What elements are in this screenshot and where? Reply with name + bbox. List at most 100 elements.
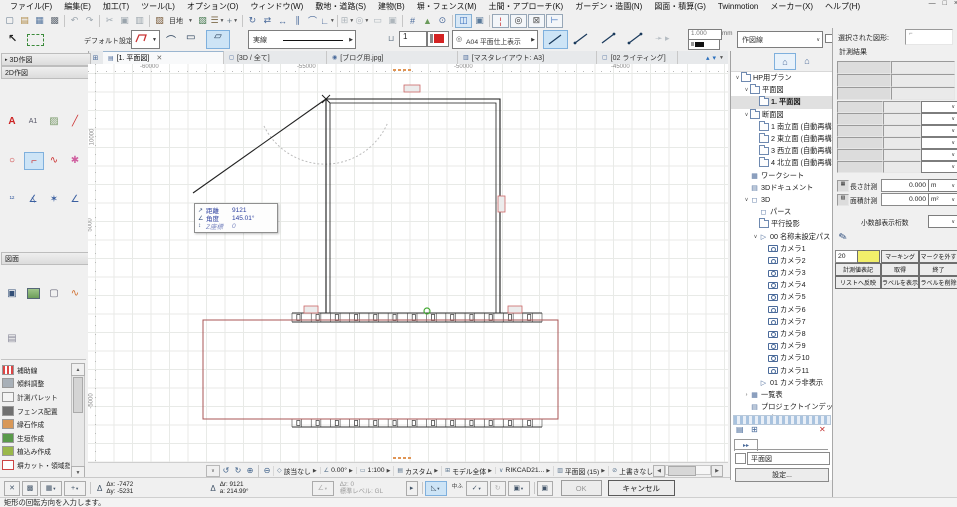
result-unit-combo[interactable]: ∨ — [921, 113, 957, 125]
menu-item-8[interactable]: 建物(B) — [372, 1, 411, 12]
hatch-tool-icon[interactable]: ▧ — [195, 14, 210, 27]
fence-tool-icon[interactable]: ☰▼ — [210, 14, 225, 27]
zoom-prev-icon[interactable]: ↺ — [220, 465, 232, 476]
origin-icon[interactable]: + ▼ — [64, 481, 86, 496]
menu-item-6[interactable]: ウィンドウ(W) — [244, 1, 309, 12]
rectangle-tool-icon[interactable]: ▭ — [186, 32, 195, 43]
menu-item-1[interactable]: ファイル(F) — [4, 1, 58, 12]
measure-button-計測値表記[interactable]: 計測値表記 — [835, 263, 881, 276]
fillet-icon[interactable]: ⌒ — [305, 14, 320, 27]
scroll-thumb[interactable] — [73, 377, 83, 413]
quick-tools-scrollbar[interactable]: ▲ ▼ — [71, 363, 85, 479]
menu-item-14[interactable]: メーカー(X) — [764, 1, 819, 12]
tree-item[interactable]: ›▦一覧表 — [731, 389, 832, 401]
marquee-icon[interactable] — [27, 34, 44, 46]
measure-button-マーキング[interactable]: マーキング — [881, 250, 919, 263]
area-unit-combo[interactable]: m²∨ — [928, 193, 957, 206]
arrow-style-icon[interactable]: ➛ ▸ — [655, 33, 670, 44]
arc-tool-icon[interactable]: ⌒ — [166, 32, 176, 47]
length-icon[interactable]: ▦ — [837, 180, 849, 192]
grid-icon[interactable]: ⊞ — [751, 425, 758, 434]
measure-button-取得[interactable]: 取得 — [881, 263, 919, 276]
redo-icon[interactable]: ↷ — [82, 14, 97, 27]
save-icon[interactable]: ▦ — [32, 14, 47, 27]
tree-item[interactable]: カメラ11 — [731, 365, 832, 377]
tree-item[interactable]: ▦ワークシート — [731, 170, 832, 182]
quick-option-2[interactable]: ∠0.00°▶ — [320, 467, 356, 474]
tool-hatch-icon[interactable]: ▨ — [45, 113, 63, 129]
tool-camera-icon[interactable]: ▣ — [3, 285, 21, 301]
view-tab-3[interactable]: ◉[ブログ用.jpg] — [327, 51, 458, 64]
tree-item[interactable]: カメラ10 — [731, 352, 832, 364]
fit-view-icon[interactable]: ⊢ — [546, 14, 563, 28]
tree-item[interactable]: 平行投影 — [731, 218, 832, 230]
menu-item-4[interactable]: ツール(L) — [135, 1, 181, 12]
quick-tool-enseki[interactable]: 縁石作成 — [0, 417, 70, 431]
line-single-button[interactable] — [543, 30, 568, 49]
paste-icon[interactable]: ▥ — [132, 14, 147, 27]
measure-button-ラベルを表示[interactable]: ラベルを表示 — [881, 276, 919, 289]
length-unit-combo[interactable]: m∨ — [928, 179, 957, 192]
view-tab-5[interactable]: ▢[02 ライティング] — [597, 51, 678, 64]
result-unit-combo[interactable]: ∨ — [921, 125, 957, 137]
result-unit-combo[interactable]: ∨ — [921, 161, 957, 173]
book-icon[interactable]: ▤ — [736, 425, 744, 434]
cursor-arrow-icon[interactable]: ↖ — [8, 32, 17, 45]
map-checkbox[interactable] — [735, 453, 746, 464]
measure-button-リストへ反映[interactable]: リストへ反映 — [835, 276, 881, 289]
measure-icon[interactable]: ∟▼ — [320, 14, 335, 27]
menu-item-13[interactable]: Twinmotion — [712, 2, 764, 11]
guide-line-combo[interactable]: 作図線 ∨ — [737, 31, 823, 48]
linetype-combo[interactable]: 実線 ▶ — [248, 30, 356, 49]
minimize-icon[interactable]: — — [929, 0, 936, 7]
scroll-up-icon[interactable]: ▲ — [71, 363, 85, 376]
pane-collapse-icon[interactable]: ∨ — [206, 465, 220, 477]
toolbox-group-2d[interactable]: 2D作図 — [1, 66, 91, 79]
rotate-snap-icon[interactable]: ↻ — [490, 481, 506, 496]
result-unit-combo[interactable]: ∨ — [921, 149, 957, 161]
zoom-in-icon[interactable]: ⊕ — [244, 465, 256, 476]
tree-item[interactable]: ∨断面図 — [731, 109, 832, 121]
measure-button-マークを外す[interactable]: マークを外す — [919, 250, 957, 263]
tree-item[interactable]: 2 東立面 (自動再構築) — [731, 133, 832, 145]
layer-gray-icon[interactable]: ▭ — [370, 14, 385, 27]
rotated-rectangle-tool-icon[interactable]: ▱ — [206, 30, 230, 49]
quick-tool-keisha[interactable]: 傾斜調整 — [0, 377, 70, 391]
mirror-icon[interactable]: ⇄ — [260, 14, 275, 27]
open-file-icon[interactable]: ▤ — [17, 14, 32, 27]
line-arrow-button[interactable] — [624, 30, 647, 47]
toolbox-group-3d[interactable]: ▸3D作図 — [1, 53, 91, 66]
measure-button-終了[interactable]: 終了 — [919, 263, 957, 276]
view-tab-1[interactable]: ▤[1. 平面図]✕ — [103, 51, 224, 64]
measure-button-ラベルを削除[interactable]: ラベルを削除 — [919, 276, 957, 289]
tool-label-icon[interactable]: A1 — [24, 113, 42, 129]
tree-item[interactable]: ∨HP用プラン — [731, 72, 832, 84]
menu-item-9[interactable]: 塀・フェンス(M) — [411, 1, 483, 12]
tab-close-icon[interactable]: ✕ — [156, 54, 162, 62]
quick-option-4[interactable]: ▤カスタム▶ — [393, 466, 441, 476]
grid-snap-icon[interactable]: ▦ ▼ — [40, 481, 62, 496]
tool-polyline-icon[interactable]: ⌐ — [24, 152, 44, 170]
joint-icon[interactable]: ▨ — [152, 14, 167, 27]
tree-item[interactable]: ◻パース — [731, 206, 832, 218]
stretch-icon[interactable]: ↔ — [275, 14, 290, 27]
offset-icon[interactable]: ∥ — [290, 14, 305, 27]
quick-tool-uekomi[interactable]: 植込み作成 — [0, 445, 70, 459]
tool-zigzag-icon[interactable]: ∿ — [66, 285, 84, 301]
settings-button[interactable]: 設定... — [735, 468, 829, 482]
tree-item[interactable]: カメラ3 — [731, 267, 832, 279]
group-gray-icon[interactable]: ⊞▼ — [340, 14, 355, 27]
tree-item[interactable]: カメラ9 — [731, 340, 832, 352]
quick-option-7[interactable]: ▥平面図 (15)▶ — [553, 466, 608, 476]
tree-item[interactable]: 1. 平面図 — [731, 96, 832, 108]
coord-more-icon[interactable]: ▸ — [406, 481, 418, 496]
tree-item[interactable]: カメラ1 — [731, 243, 832, 255]
current-view-field[interactable]: 平面図 — [747, 452, 830, 465]
pen-number-input[interactable]: 1 — [399, 31, 427, 47]
trash-icon[interactable]: ⊠ — [528, 14, 545, 28]
tool-circle-icon[interactable]: ○ — [3, 152, 21, 168]
tool-slope-dimension-icon[interactable]: ∡ — [24, 191, 42, 207]
tool-image-icon[interactable] — [24, 285, 42, 301]
menu-item-5[interactable]: オプション(O) — [181, 1, 245, 12]
view-map-tab[interactable]: ⌂ — [797, 53, 817, 68]
